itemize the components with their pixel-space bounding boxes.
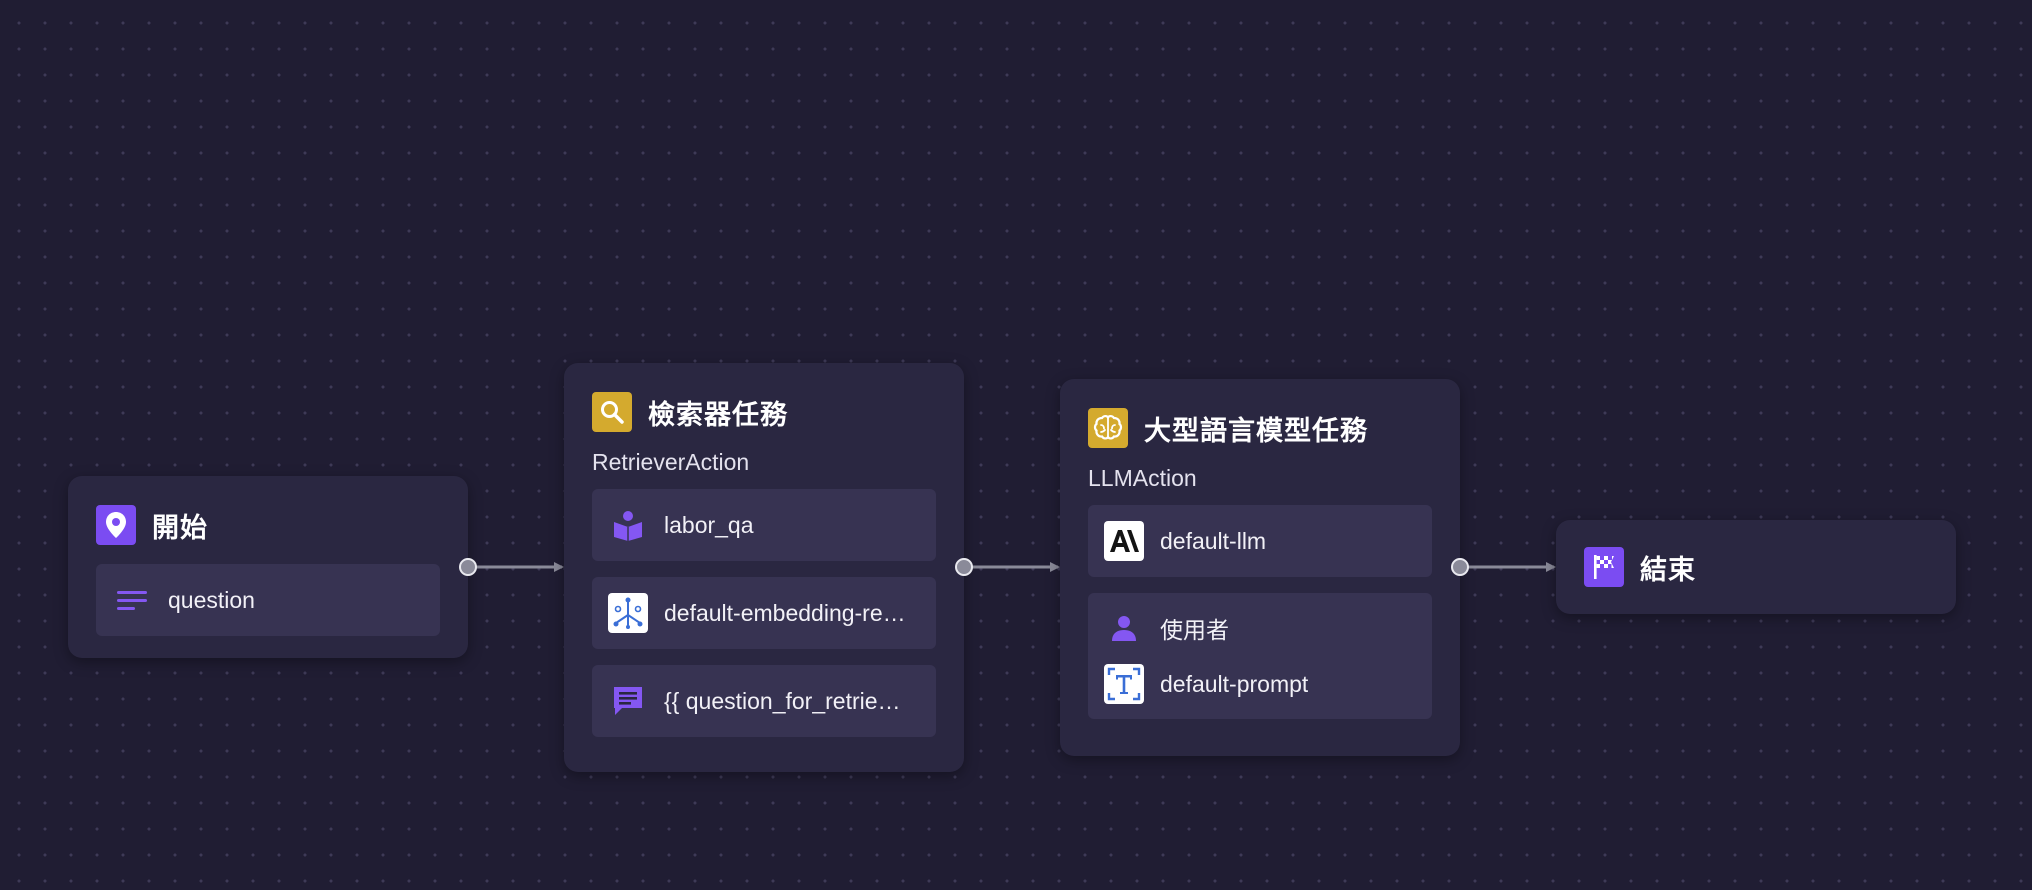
start-node-title: 開始 bbox=[152, 512, 208, 544]
llm-prompt-role[interactable]: 使用者 bbox=[1104, 607, 1416, 649]
retriever-node-subtitle: RetrieverAction bbox=[592, 449, 750, 475]
edges-layer bbox=[475, 562, 1556, 572]
llm-prompt-role-label: 使用者 bbox=[1160, 618, 1229, 644]
llm-prompt-template[interactable]: default-prompt bbox=[1104, 663, 1416, 705]
start-node[interactable]: 開始 question bbox=[68, 476, 468, 658]
start-input-label: question bbox=[168, 586, 255, 613]
checkered-flag-icon bbox=[1584, 547, 1624, 587]
llm-model-label: default-llm bbox=[1160, 527, 1267, 554]
text-lines-icon bbox=[112, 580, 152, 620]
llm-node[interactable]: 大型語言模型任務 LLMAction default-llm 使用者 defau… bbox=[1060, 379, 1460, 756]
llm-item-model[interactable]: default-llm bbox=[1088, 505, 1432, 577]
brain-icon bbox=[1088, 408, 1128, 448]
retriever-node-title: 檢索器任務 bbox=[648, 399, 788, 431]
retriever-node-output-handle[interactable] bbox=[955, 558, 973, 576]
retriever-item-embedding[interactable]: default-embedding-re… bbox=[592, 577, 936, 649]
retriever-query-label: {{ question_for_retrie… bbox=[664, 687, 901, 714]
retriever-item-knowledge[interactable]: labor_qa bbox=[592, 489, 936, 561]
start-input-question[interactable]: question bbox=[96, 564, 440, 636]
llm-node-header: 大型語言模型任務 bbox=[1088, 407, 1432, 449]
retriever-embedding-label: default-embedding-re… bbox=[664, 599, 906, 626]
end-node[interactable]: 結束 bbox=[1556, 520, 1956, 614]
anthropic-logo-icon bbox=[1104, 521, 1144, 561]
retriever-item-query[interactable]: {{ question_for_retrie… bbox=[592, 665, 936, 737]
search-icon bbox=[592, 392, 632, 432]
user-icon bbox=[1104, 608, 1144, 648]
location-pin-icon bbox=[96, 505, 136, 545]
start-node-output-handle[interactable] bbox=[459, 558, 477, 576]
llm-prompt-template-label: default-prompt bbox=[1160, 670, 1309, 697]
retriever-node-header: 檢索器任務 bbox=[592, 391, 936, 433]
knowledge-book-icon bbox=[608, 505, 648, 545]
llm-node-subtitle: LLMAction bbox=[1088, 465, 1197, 491]
end-node-header: 結束 bbox=[1584, 546, 1928, 588]
text-template-icon bbox=[1104, 664, 1144, 704]
llm-node-title: 大型語言模型任務 bbox=[1144, 415, 1368, 447]
chat-message-icon bbox=[608, 681, 648, 721]
workflow-canvas[interactable]: 開始 question 檢索器任務 RetrieverAction labor_… bbox=[0, 0, 2032, 890]
llm-prompt-group[interactable]: 使用者 default-prompt bbox=[1088, 593, 1432, 719]
llm-node-output-handle[interactable] bbox=[1451, 558, 1469, 576]
start-node-header: 開始 bbox=[96, 504, 440, 546]
end-node-title: 結束 bbox=[1640, 554, 1696, 586]
retriever-knowledge-label: labor_qa bbox=[664, 511, 754, 538]
retriever-node[interactable]: 檢索器任務 RetrieverAction labor_qa default-e… bbox=[564, 363, 964, 772]
embedding-model-icon bbox=[608, 593, 648, 633]
